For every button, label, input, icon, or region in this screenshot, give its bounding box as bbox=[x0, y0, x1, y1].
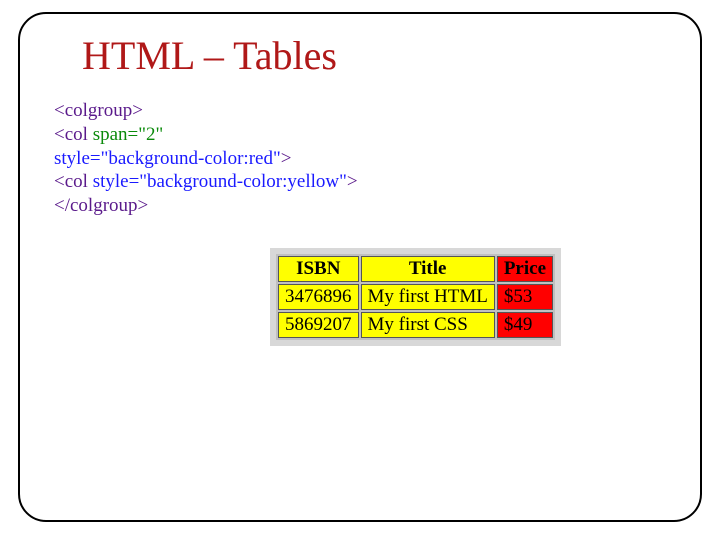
code-token: <col bbox=[54, 171, 93, 192]
table-row: 3476896 My first HTML $53 bbox=[278, 284, 553, 310]
table-header: Title bbox=[361, 256, 495, 282]
code-token: style="background-color:yellow" bbox=[93, 171, 347, 192]
code-token: <col bbox=[54, 124, 93, 145]
code-token: > bbox=[281, 148, 292, 169]
example-table-wrapper: ISBN Title Price 3476896 My first HTML $… bbox=[270, 248, 561, 346]
table-header: ISBN bbox=[278, 256, 359, 282]
table-cell: 3476896 bbox=[278, 284, 359, 310]
code-token: </colgroup> bbox=[54, 195, 148, 216]
table-cell: My first HTML bbox=[361, 284, 495, 310]
code-token: <colgroup> bbox=[54, 100, 143, 121]
code-token: span="2" bbox=[93, 124, 164, 145]
code-example: <colgroup> <col span="2" style="backgrou… bbox=[54, 99, 670, 218]
table-cell: $49 bbox=[497, 312, 553, 338]
example-table: ISBN Title Price 3476896 My first HTML $… bbox=[276, 254, 555, 340]
table-header-row: ISBN Title Price bbox=[278, 256, 553, 282]
code-token: > bbox=[347, 171, 358, 192]
slide-frame: HTML – Tables <colgroup> <col span="2" s… bbox=[18, 12, 702, 522]
table-cell: $53 bbox=[497, 284, 553, 310]
code-token: style="background-color:red" bbox=[54, 148, 281, 169]
table-row: 5869207 My first CSS $49 bbox=[278, 312, 553, 338]
table-cell: 5869207 bbox=[278, 312, 359, 338]
page-title: HTML – Tables bbox=[82, 32, 670, 79]
table-header: Price bbox=[497, 256, 553, 282]
table-cell: My first CSS bbox=[361, 312, 495, 338]
